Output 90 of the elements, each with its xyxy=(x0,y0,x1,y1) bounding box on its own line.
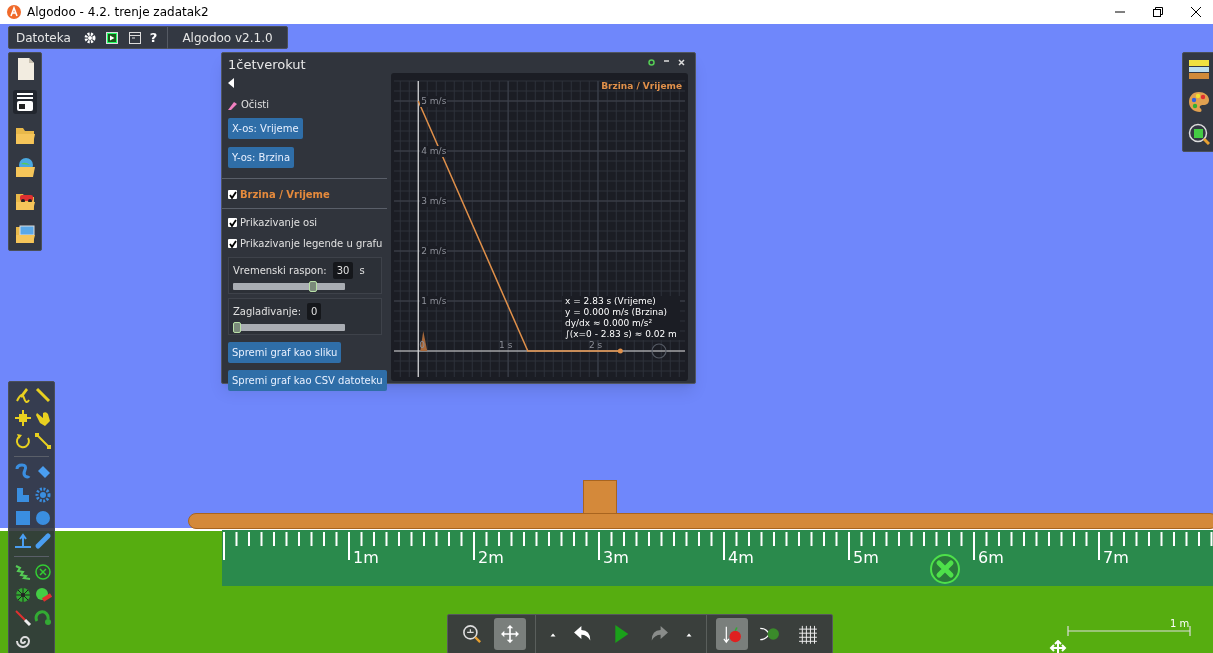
knife-icon[interactable] xyxy=(34,386,52,404)
axis-button[interactable]: X-os: Vrijeme xyxy=(228,118,303,139)
pan-icon[interactable] xyxy=(494,618,526,650)
delete-circle-icon[interactable] xyxy=(929,553,961,585)
axis-button[interactable]: Y-os: Brzina xyxy=(228,147,295,168)
checkbox[interactable] xyxy=(228,218,237,227)
brush-icon[interactable] xyxy=(34,532,52,550)
scale-label: 1 m xyxy=(1170,617,1190,631)
zoom-object-icon[interactable] xyxy=(1188,123,1210,145)
data-point xyxy=(617,348,623,354)
plane-icon[interactable] xyxy=(14,532,32,550)
ruler-label: 7m xyxy=(1103,550,1129,566)
slider-thumb[interactable] xyxy=(308,281,317,292)
y-tick-label: 2 m/s xyxy=(420,245,448,257)
spring-icon[interactable] xyxy=(14,563,32,581)
checkbox[interactable] xyxy=(228,190,237,199)
legend-label: Brzina / Vrijeme xyxy=(601,80,682,93)
ruler-label: 6m xyxy=(978,550,1004,566)
wooden-box xyxy=(583,480,617,514)
laser-icon[interactable] xyxy=(14,609,32,627)
close-icon[interactable] xyxy=(1191,7,1201,17)
folder-globe-icon[interactable] xyxy=(13,156,37,180)
help-button[interactable]: ? xyxy=(149,27,158,48)
gravity-apple-icon[interactable] xyxy=(716,618,748,650)
readout-line: ∫(x=0 - 2.83 s) ≈ 0.02 m xyxy=(565,329,677,340)
materials-icon[interactable] xyxy=(1188,59,1210,81)
slider-track[interactable] xyxy=(233,283,345,290)
ruler-label: 5m xyxy=(853,550,879,566)
x-tick-label: 1 s xyxy=(499,341,513,350)
unit-label: s xyxy=(359,264,365,278)
palette-icon[interactable] xyxy=(1188,91,1210,113)
circle-icon[interactable] xyxy=(34,509,52,527)
drag-hand-icon[interactable] xyxy=(34,409,52,427)
wheel-icon[interactable] xyxy=(14,586,32,604)
x-tick-label: 0 xyxy=(419,341,425,350)
checkmark-icon xyxy=(228,239,237,248)
cursor-ring xyxy=(651,343,667,359)
x-tick-label: 2 s xyxy=(588,341,603,350)
option-label: Prikazivanje legende u grafu xyxy=(240,237,383,251)
checkmark-icon xyxy=(228,190,237,199)
toolbox-icon[interactable] xyxy=(13,90,37,114)
slider-label: Zaglađivanje: xyxy=(233,305,302,319)
move-icon[interactable] xyxy=(14,409,32,427)
slider-thumb[interactable] xyxy=(233,322,241,333)
rotate-icon[interactable] xyxy=(14,432,32,450)
move-cursor-icon xyxy=(1048,640,1068,653)
option-label: Prikazivanje osi xyxy=(240,216,318,230)
readout-line: y = 0.000 m/s (Brzina) xyxy=(565,307,668,318)
tracer-icon[interactable] xyxy=(34,586,52,604)
settings-icon[interactable] xyxy=(83,31,96,44)
window-title: Algodoo - 4.2. trenje zadatak2 xyxy=(27,4,209,21)
app-logo-icon xyxy=(7,5,21,19)
checkbox[interactable] xyxy=(228,239,237,248)
save-button[interactable]: Spremi graf kao CSV datoteku xyxy=(228,370,387,391)
hinge-icon[interactable] xyxy=(34,563,52,581)
pin-icon[interactable] xyxy=(648,59,655,66)
series-label: Brzina / Vrijeme xyxy=(240,188,330,202)
back-arrow-icon[interactable] xyxy=(228,78,234,88)
y-tick-label: 4 m/s xyxy=(420,145,448,157)
hook-icon[interactable] xyxy=(34,609,52,627)
folder-screen-icon[interactable] xyxy=(13,222,37,246)
scale-icon[interactable] xyxy=(34,432,52,450)
slider-label: Vremenski raspon: xyxy=(233,264,327,278)
y-tick-label: 1 m/s xyxy=(420,295,448,307)
ruler-label: 2m xyxy=(478,550,504,566)
slider-track[interactable] xyxy=(233,324,345,331)
value-field[interactable]: 30 xyxy=(332,262,354,279)
sketch-icon[interactable] xyxy=(14,386,32,404)
readout-line: dy/dx ≈ 0.000 m/s² xyxy=(565,318,654,329)
play-box-icon[interactable] xyxy=(105,31,118,44)
y-tick-label: 5 m/s xyxy=(420,95,448,107)
readout-line: x = 2.83 s (Vrijeme) xyxy=(565,296,657,307)
y-tick-label: 3 m/s xyxy=(420,195,448,207)
polygon-icon[interactable] xyxy=(14,486,32,504)
square-icon[interactable] xyxy=(14,509,32,527)
chain-icon[interactable] xyxy=(14,463,32,481)
version-label: Algodoo v2.1.0 xyxy=(181,29,274,47)
ruler-label: 3m xyxy=(603,550,629,566)
ruler-label: 4m xyxy=(728,550,754,566)
window-title: 1četverokut xyxy=(228,56,306,74)
gear-icon[interactable] xyxy=(34,486,52,504)
save-button[interactable]: Spremi graf kao sliku xyxy=(228,342,342,363)
ruler-label: 1m xyxy=(353,550,379,566)
menu-item[interactable]: Datoteka xyxy=(9,28,78,47)
clear-button[interactable]: Očisti xyxy=(228,97,386,112)
window-icon[interactable] xyxy=(128,31,141,44)
checkmark-icon xyxy=(228,218,237,227)
spike-mark xyxy=(420,331,428,351)
restore-icon[interactable] xyxy=(1153,7,1163,17)
value-field[interactable]: 0 xyxy=(307,303,322,320)
